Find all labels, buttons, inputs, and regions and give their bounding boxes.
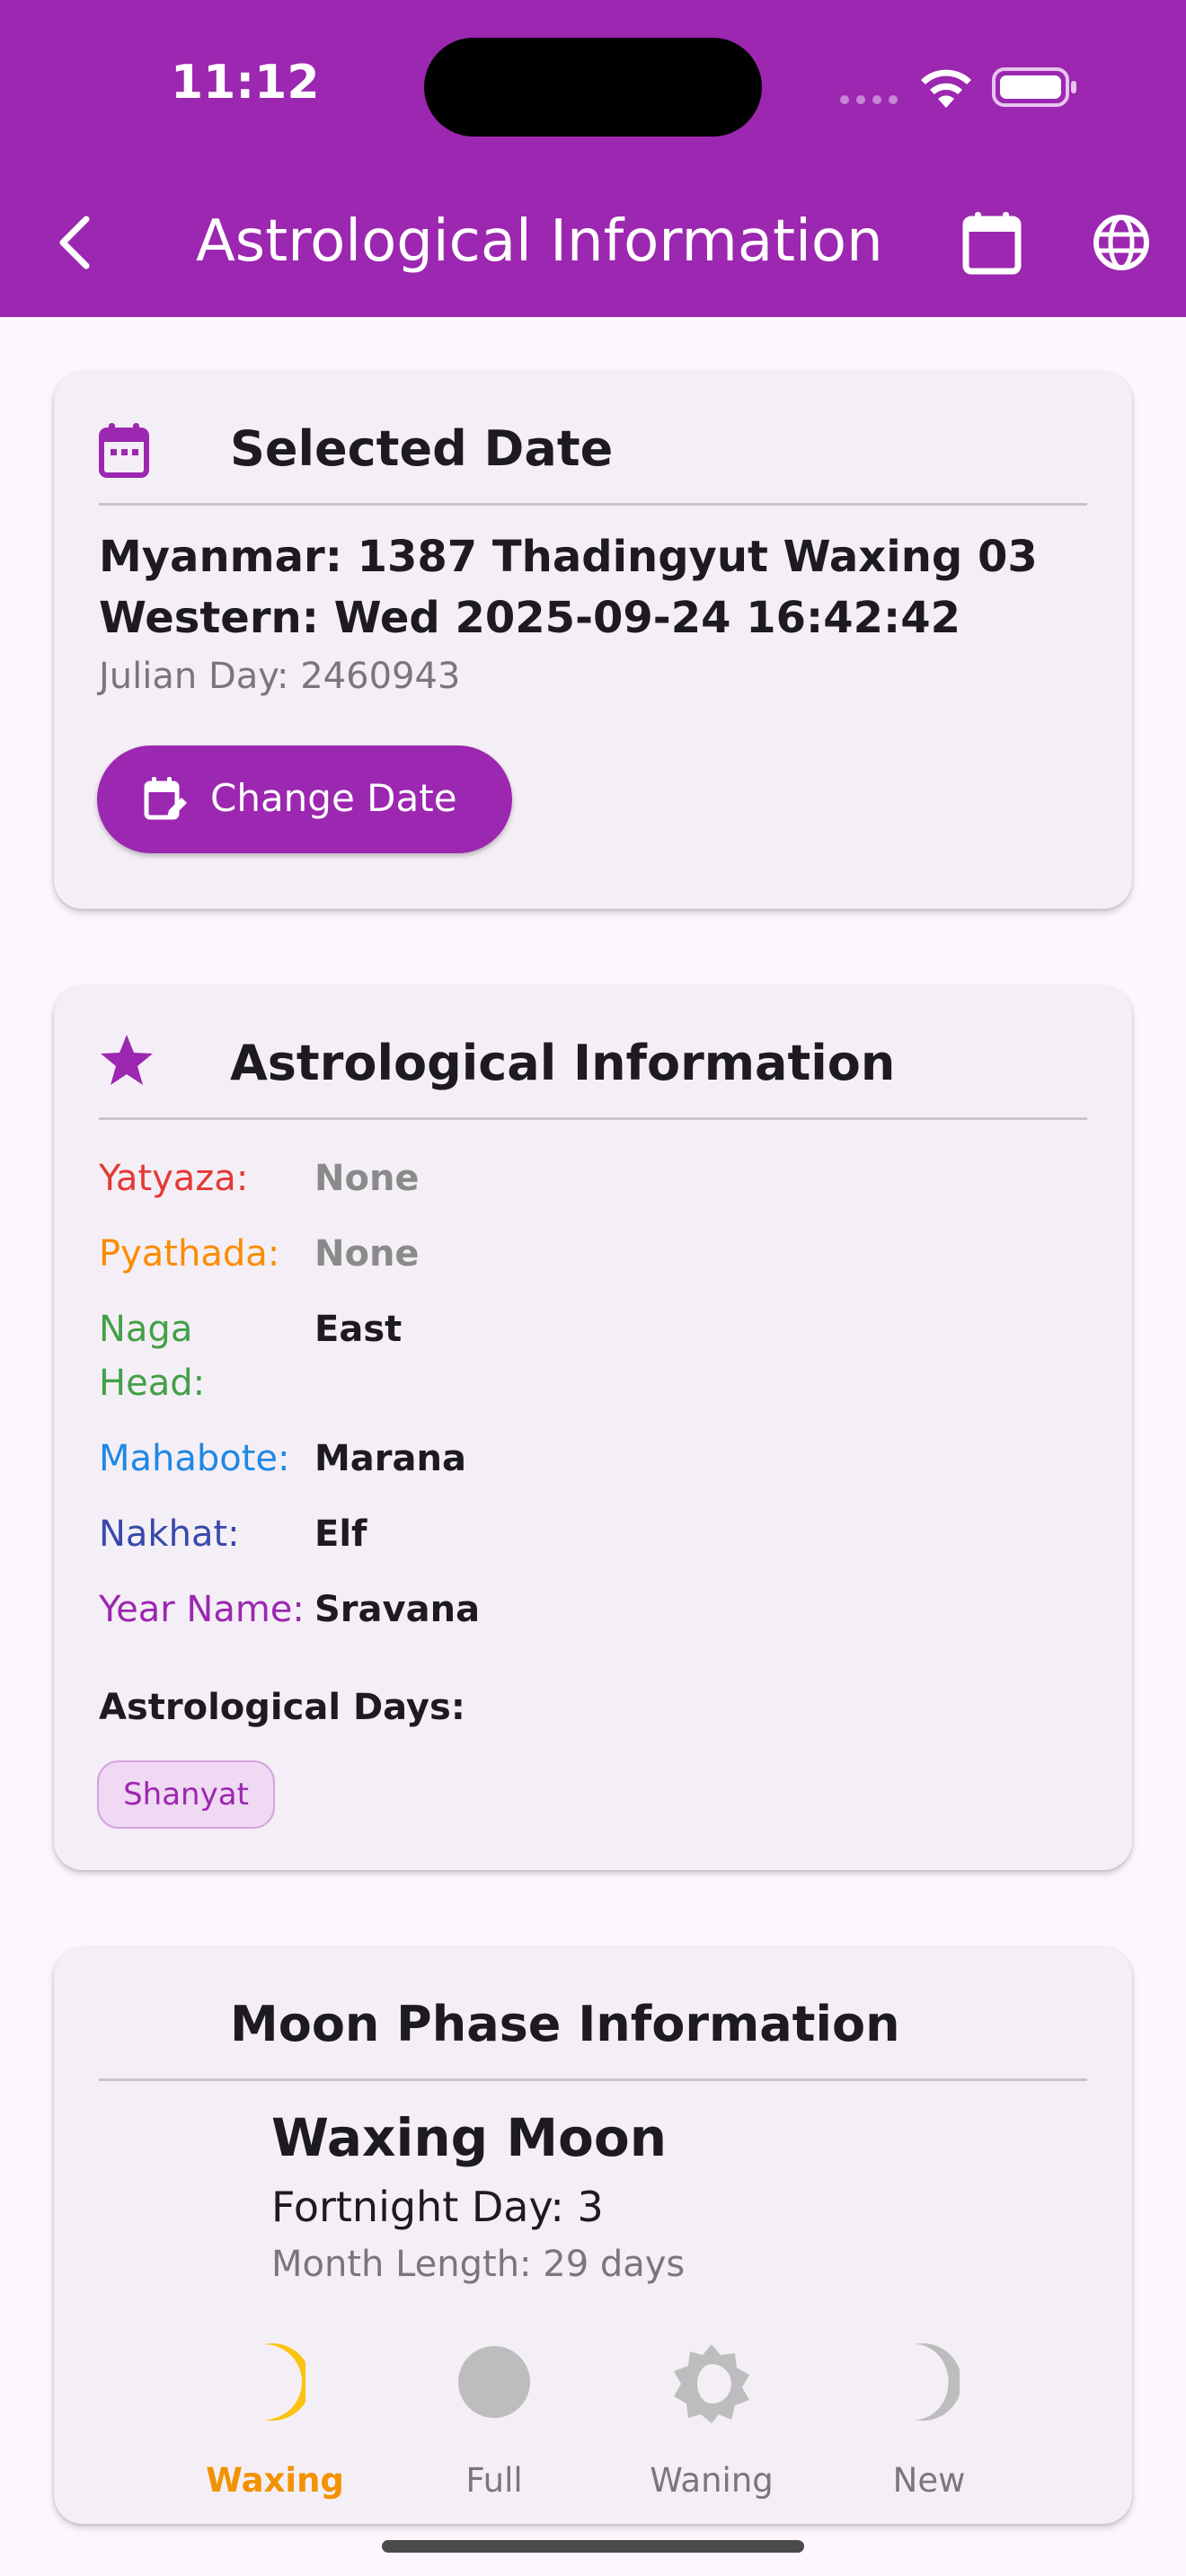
full-moon-icon: [458, 2346, 530, 2418]
moon-phase-name: Waxing Moon: [271, 2107, 668, 2168]
julian-day: Julian Day: 2460943: [99, 656, 461, 697]
mahabote-value: Marana: [314, 1438, 466, 1479]
year-name-label: Year Name:: [99, 1589, 305, 1630]
yatyaza-label: Yatyaza:: [99, 1158, 249, 1199]
calendar-icon: [99, 423, 149, 478]
calendar-button[interactable]: [947, 198, 1037, 287]
divider: [99, 2078, 1087, 2081]
cellular-signal-icon: [840, 95, 903, 104]
pyathada-label: Pyathada:: [99, 1233, 280, 1275]
pyathada-value: None: [314, 1233, 420, 1275]
fortnight-day: Fortnight Day: 3: [271, 2183, 604, 2231]
phase-waxing-label: Waxing: [206, 2461, 344, 2500]
mahabote-label: Mahabote:: [99, 1438, 290, 1479]
nakhat-value: Elf: [314, 1513, 367, 1555]
change-date-label: Change Date: [210, 776, 457, 820]
battery-icon: [992, 67, 1076, 107]
month-length: Month Length: 29 days: [271, 2244, 686, 2285]
change-date-button[interactable]: Change Date: [97, 745, 512, 853]
myanmar-date: Myanmar: 1387 Thadingyut Waxing 03: [99, 532, 1038, 582]
star-icon: [101, 1035, 153, 1085]
globe-icon: [1093, 215, 1149, 270]
selected-date-header: Selected Date: [99, 372, 1087, 507]
back-button[interactable]: [31, 198, 120, 287]
waxing-phase-icon: [264, 2343, 305, 2421]
moon-header: Moon Phase Information: [99, 1947, 1087, 2082]
astro-heading: Astrological Information: [230, 1035, 896, 1091]
yatyaza-value: None: [314, 1158, 420, 1199]
dynamic-island: [424, 38, 762, 137]
phase-new-label: New: [892, 2461, 966, 2500]
astro-header: Astrological Information: [99, 986, 1087, 1121]
astrological-day-chip: Shanyat: [97, 1760, 275, 1829]
status-bar: 11:12: [0, 0, 1186, 148]
phase-full-label: Full: [465, 2461, 523, 2500]
waning-moon-icon: [674, 2344, 749, 2423]
waxing-moon-icon: [153, 2147, 207, 2254]
selected-date-card: Selected Date Myanmar: 1387 Thadingyut W…: [54, 372, 1132, 909]
moon-heading: Moon Phase Information: [230, 1996, 900, 2052]
naga-head-label: Naga Head:: [99, 1309, 206, 1404]
selected-date-heading: Selected Date: [230, 420, 614, 477]
astrological-days-label: Astrological Days:: [99, 1687, 465, 1728]
western-date: Western: Wed 2025-09-24 16:42:42: [99, 593, 960, 643]
chevron-left-icon: [59, 216, 90, 269]
wifi-icon: [921, 69, 971, 108]
status-time: 11:12: [171, 56, 320, 110]
edit-calendar-icon: [144, 777, 187, 820]
naga-head-value: East: [314, 1309, 403, 1350]
moon-phase-card: Moon Phase Information Waxing Moon Fortn…: [54, 1947, 1132, 2524]
page-title: Astrological Information: [196, 208, 883, 275]
astrological-info-card: Astrological Information Yatyaza: None P…: [54, 986, 1132, 1870]
phase-waning-label: Waning: [650, 2461, 774, 2500]
crescent-moon-icon: [115, 1999, 142, 2051]
home-indicator: [382, 2540, 804, 2553]
year-name-value: Sravana: [314, 1589, 481, 1630]
language-button[interactable]: [1076, 198, 1166, 287]
divider: [99, 503, 1087, 506]
calendar-icon: [962, 212, 1022, 275]
nakhat-label: Nakhat:: [99, 1513, 240, 1555]
divider: [99, 1117, 1087, 1120]
new-moon-icon: [915, 2343, 960, 2421]
